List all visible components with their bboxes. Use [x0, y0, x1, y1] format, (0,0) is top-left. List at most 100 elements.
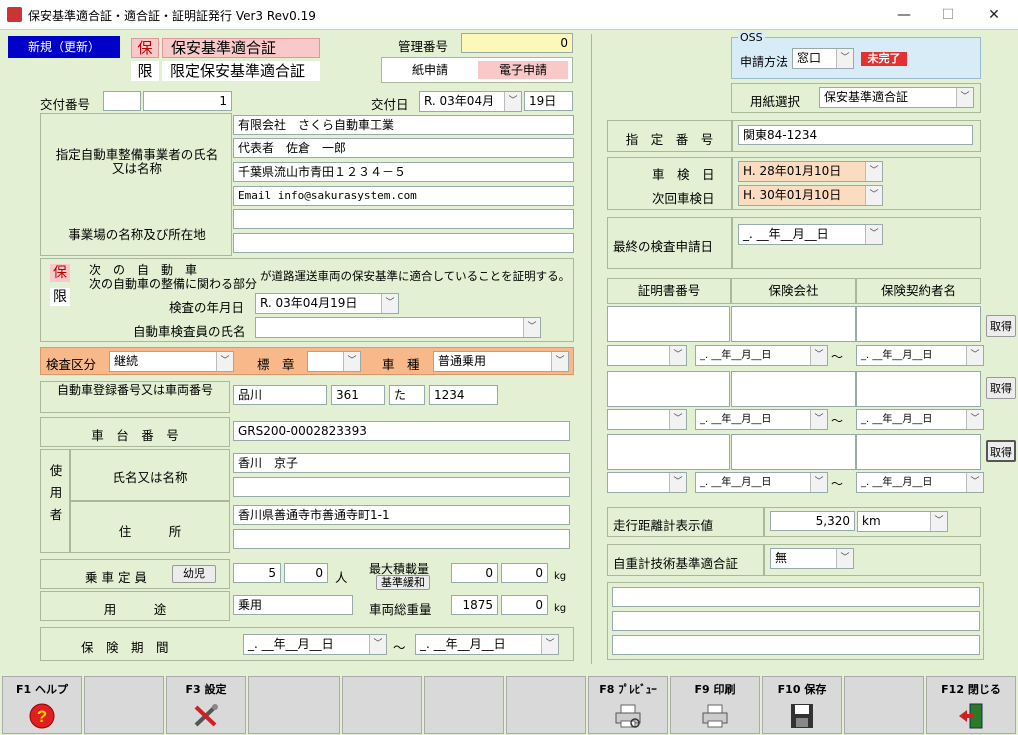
shop-line-3[interactable]: 千葉県流山市青田１２３４－５: [233, 162, 574, 182]
certify-mark-gen[interactable]: 限: [50, 288, 70, 306]
gross-weight-field-2[interactable]: 0: [501, 595, 548, 615]
chevron-down-icon: ﹀: [865, 225, 882, 244]
f3-settings-button[interactable]: F3 設定: [166, 676, 246, 734]
chevron-down-icon: ﹀: [541, 635, 558, 654]
gross-weight-field-1[interactable]: 1875: [451, 595, 498, 615]
paper-select[interactable]: 保安基準適合証 ﹀: [819, 87, 974, 108]
note-line-1[interactable]: [612, 587, 980, 607]
issue-number-field[interactable]: 1: [143, 91, 232, 111]
next-shaken-date-select[interactable]: H. 30年01月10日 ﹀: [738, 185, 883, 206]
shop-line-5[interactable]: [233, 209, 574, 229]
usage-field[interactable]: 乗用: [233, 595, 353, 615]
insurer-field[interactable]: [731, 434, 856, 470]
close-button[interactable]: ✕: [974, 3, 1014, 27]
chevron-down-icon: ﹀: [810, 410, 827, 429]
hyosho-select[interactable]: ﹀: [307, 351, 361, 372]
oss-method-select[interactable]: 窓口 ﹀: [792, 48, 854, 69]
cert-type-select[interactable]: ﹀: [607, 472, 687, 493]
insurance-from-select[interactable]: _. __年__月__日 ﹀: [243, 634, 387, 655]
weight-select[interactable]: 無 ﹀: [770, 548, 854, 569]
cert-no-field[interactable]: [607, 371, 730, 407]
issue-date-select[interactable]: R. 03年04月 ﹀: [419, 91, 522, 112]
shop-line-4[interactable]: Email info@sakurasystem.com: [233, 186, 574, 206]
cert-from-select[interactable]: _. __年__月__日 ﹀: [695, 409, 828, 430]
user-addr-field[interactable]: 香川県善通寺市善通寺町1-1: [233, 505, 570, 525]
child-button[interactable]: 幼児: [172, 565, 216, 583]
reg-class-field[interactable]: 361: [331, 385, 385, 405]
shitei-field[interactable]: 関東84-1234: [738, 125, 973, 145]
get-button-2[interactable]: 取得: [986, 377, 1016, 399]
cert-type-select[interactable]: ﹀: [607, 345, 687, 366]
cert-from-select[interactable]: _. __年__月__日 ﹀: [695, 472, 828, 493]
cert-to-select[interactable]: _. __年__月__日 ﹀: [856, 472, 984, 493]
cert-limited-mark[interactable]: 限: [131, 61, 159, 81]
chassis-field[interactable]: GRS200-0002823393: [233, 421, 570, 441]
f1-help-button[interactable]: F1 ヘルプ ?: [2, 676, 82, 734]
cert-to-select[interactable]: _. __年__月__日 ﹀: [856, 409, 984, 430]
cert-main-label[interactable]: 保安基準適合証: [162, 38, 320, 58]
shaken-date-select[interactable]: H. 28年01月10日 ﹀: [738, 161, 883, 182]
issue-number-prefix-field[interactable]: [103, 91, 141, 111]
inspect-date-select[interactable]: R. 03年04月19日 ﹀: [255, 293, 399, 314]
insurer-field[interactable]: [731, 371, 856, 407]
insured-field[interactable]: [856, 434, 981, 470]
max-load-field-1[interactable]: 0: [451, 563, 498, 583]
reg-area-field[interactable]: 品川: [233, 385, 327, 405]
oss-status-badge: 未完了: [861, 52, 907, 66]
f5-button[interactable]: [342, 676, 422, 734]
odometer-unit-select[interactable]: km ﹀: [857, 511, 948, 532]
cert-no-field[interactable]: [607, 434, 730, 470]
note-line-3[interactable]: [612, 635, 980, 655]
chevron-down-icon: ﹀: [343, 352, 360, 371]
f12-close-button[interactable]: F12 閉じる: [926, 676, 1016, 734]
last-apply-select[interactable]: _. __年__月__日 ﹀: [738, 224, 883, 245]
f7-button[interactable]: [506, 676, 586, 734]
insurer-field[interactable]: [731, 306, 856, 342]
kanri-number-field[interactable]: 0: [461, 33, 573, 53]
shop-line-6[interactable]: [233, 233, 574, 253]
cert-to-select[interactable]: _. __年__月__日 ﹀: [856, 345, 984, 366]
minimize-button[interactable]: —: [884, 3, 924, 27]
f10-save-button[interactable]: F10 保存: [762, 676, 842, 734]
f8-preview-button[interactable]: F8 ﾌﾟﾚﾋﾞｭｰ: [588, 676, 668, 734]
reg-kana-field[interactable]: た: [389, 385, 425, 405]
paper-apply-tab[interactable]: 紙申請: [386, 61, 474, 79]
insured-field[interactable]: [856, 306, 981, 342]
user-name-field[interactable]: 香川 京子: [233, 453, 570, 473]
shashu-select[interactable]: 普通乗用 ﹀: [433, 351, 569, 372]
inspector-select[interactable]: ﹀: [255, 317, 541, 338]
maximize-button[interactable]: ☐: [928, 3, 968, 27]
get-button-1[interactable]: 取得: [986, 315, 1016, 337]
get-button-3[interactable]: 取得: [986, 440, 1016, 462]
insured-field[interactable]: [856, 371, 981, 407]
cert-no-field[interactable]: [607, 306, 730, 342]
shop-line-2[interactable]: 代表者 佐倉 一郎: [233, 138, 574, 158]
odometer-field[interactable]: 5,320: [770, 511, 855, 531]
user-name-field-2[interactable]: [233, 477, 570, 497]
cert-type-select[interactable]: ﹀: [607, 409, 687, 430]
kensa-kubun-select[interactable]: 継続 ﹀: [109, 351, 234, 372]
shop-line-1[interactable]: 有限会社 さくら自動車工業: [233, 115, 574, 135]
certify-mark-ho[interactable]: 保: [50, 264, 70, 282]
capacity-child-field[interactable]: 0: [284, 563, 328, 583]
f11-button[interactable]: [844, 676, 924, 734]
oss-panel: OSS 申請方法 窓口 ﹀ 未完了: [731, 31, 981, 79]
f9-print-button[interactable]: F9 印刷: [670, 676, 760, 734]
max-load-field-2[interactable]: 0: [501, 563, 548, 583]
cert-main-mark[interactable]: 保: [131, 38, 159, 58]
user-addr-field-2[interactable]: [233, 529, 570, 549]
electronic-apply-tab[interactable]: 電子申請: [478, 61, 568, 79]
kijun-kanwa-button[interactable]: 基準緩和: [376, 575, 430, 590]
f4-button[interactable]: [248, 676, 340, 734]
note-line-2[interactable]: [612, 611, 980, 631]
f6-button[interactable]: [424, 676, 504, 734]
f2-button[interactable]: [84, 676, 164, 734]
issue-day-field[interactable]: 19日: [524, 91, 573, 111]
reg-number-field[interactable]: 1234: [429, 385, 498, 405]
insurance-to-select[interactable]: _. __年__月__日 ﹀: [415, 634, 559, 655]
capacity-adult-field[interactable]: 5: [233, 563, 281, 583]
cert-from-select[interactable]: _. __年__月__日 ﹀: [695, 345, 828, 366]
f8-label: F8 ﾌﾟﾚﾋﾞｭｰ: [599, 683, 657, 696]
mode-new-button[interactable]: 新規（更新）: [8, 36, 120, 58]
cert-limited-label[interactable]: 限定保安基準適合証: [162, 61, 320, 81]
